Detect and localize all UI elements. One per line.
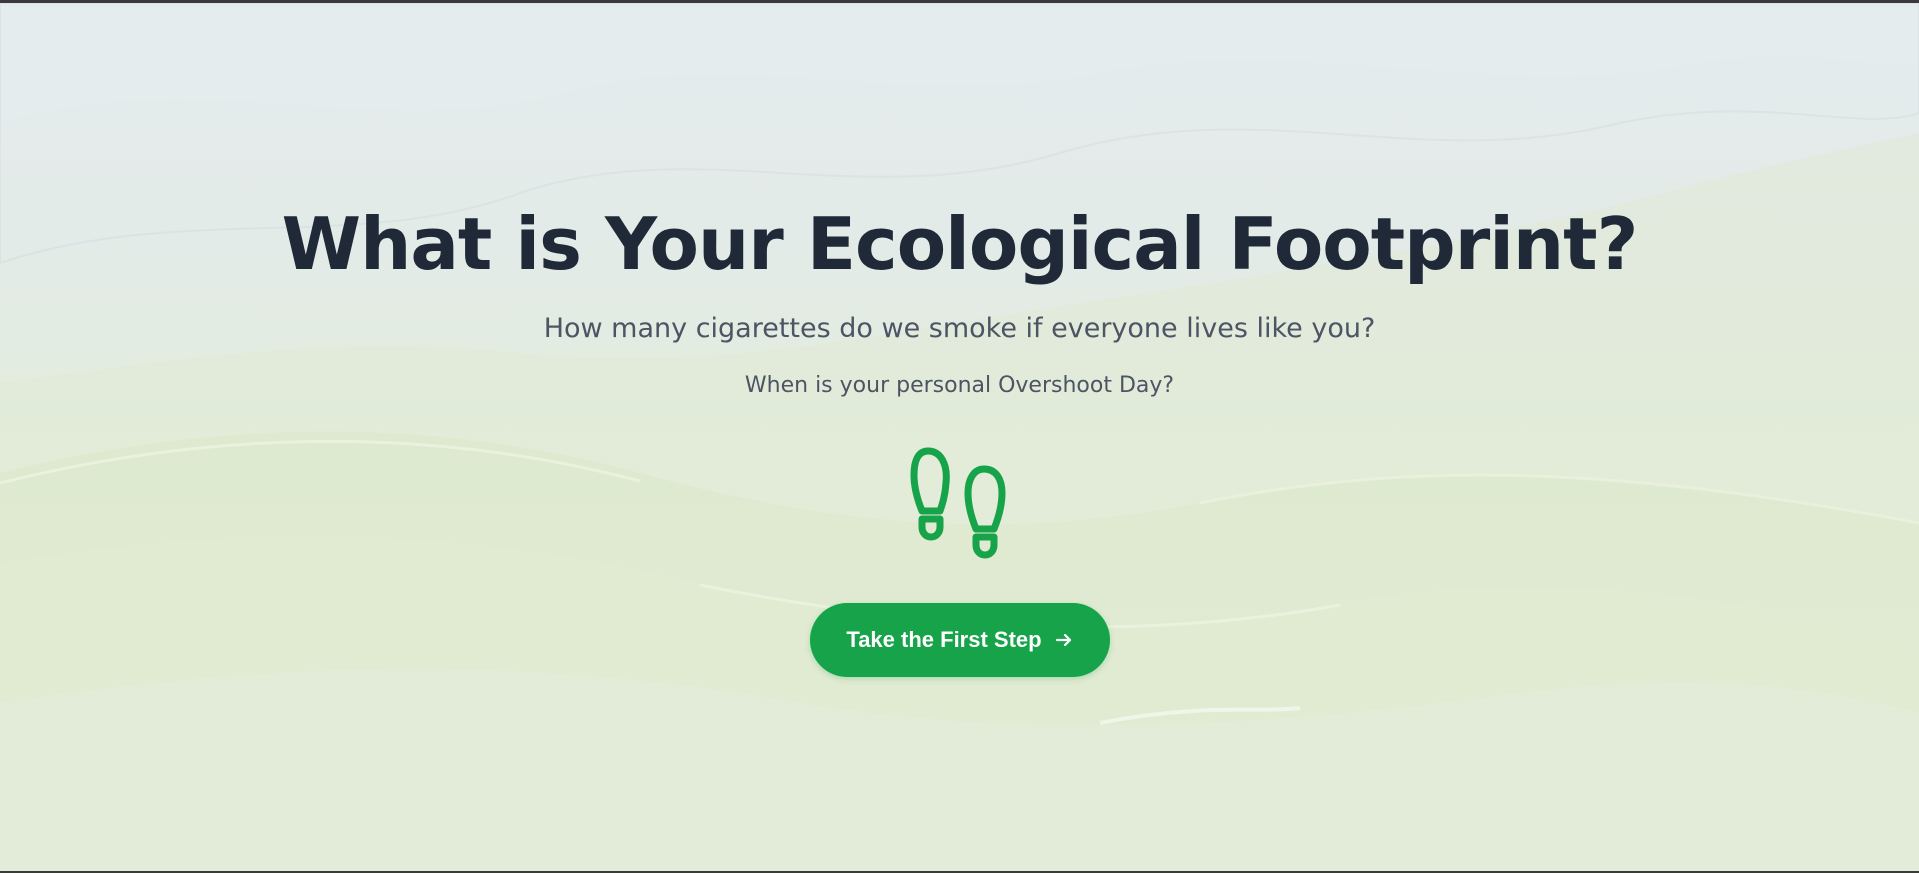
arrow-right-icon	[1055, 633, 1071, 647]
take-first-step-button[interactable]: Take the First Step	[810, 603, 1110, 677]
hero-content: What is Your Ecological Footprint? How m…	[0, 3, 1919, 871]
footprints-icon	[910, 447, 1006, 559]
page-title: What is Your Ecological Footprint?	[281, 202, 1639, 286]
hero-question: When is your personal Overshoot Day?	[744, 373, 1175, 398]
hero-subtitle: How many cigarettes do we smoke if every…	[543, 313, 1376, 344]
hero-section: What is Your Ecological Footprint? How m…	[0, 0, 1919, 873]
take-first-step-label: Take the First Step	[846, 627, 1042, 652]
